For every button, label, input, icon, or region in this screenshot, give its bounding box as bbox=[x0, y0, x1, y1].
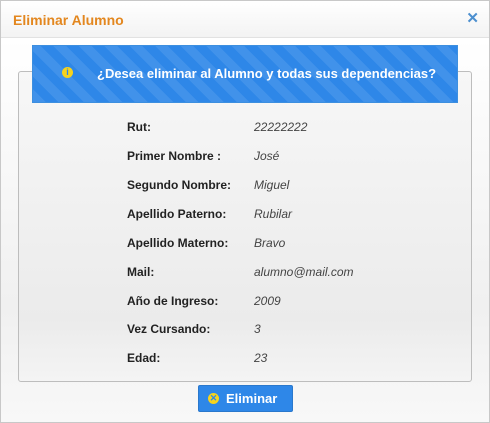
delete-student-dialog: Eliminar Alumno ✕ i ¿Desea eliminar al A… bbox=[0, 0, 490, 423]
field-value: Rubilar bbox=[254, 207, 293, 221]
confirm-alert: i ¿Desea eliminar al Alumno y todas sus … bbox=[32, 45, 458, 103]
field-label: Rut: bbox=[127, 120, 151, 134]
dialog-titlebar: Eliminar Alumno ✕ bbox=[1, 1, 489, 38]
alert-message: ¿Desea eliminar al Alumno y todas sus de… bbox=[97, 66, 437, 81]
student-details-panel bbox=[18, 71, 472, 382]
field-label: Edad: bbox=[127, 351, 161, 365]
field-value: 3 bbox=[254, 322, 261, 336]
field-value: Bravo bbox=[254, 236, 286, 250]
field-value: Miguel bbox=[254, 178, 290, 192]
field-value: 23 bbox=[254, 351, 268, 365]
field-value: 2009 bbox=[254, 294, 281, 308]
delete-button-label: Eliminar bbox=[226, 391, 278, 406]
close-icon[interactable]: ✕ bbox=[466, 9, 479, 27]
dialog-body: i ¿Desea eliminar al Alumno y todas sus … bbox=[1, 38, 489, 422]
field-label: Mail: bbox=[127, 265, 155, 279]
delete-button[interactable]: ✕ Eliminar bbox=[198, 385, 293, 412]
dialog-title: Eliminar Alumno bbox=[13, 12, 124, 28]
info-icon: i bbox=[62, 67, 73, 78]
field-value: José bbox=[254, 149, 280, 163]
field-label: Vez Cursando: bbox=[127, 322, 211, 336]
field-value: 22222222 bbox=[254, 120, 308, 134]
field-label: Apellido Materno: bbox=[127, 236, 229, 250]
close-circle-icon: ✕ bbox=[208, 393, 219, 404]
field-label: Apellido Paterno: bbox=[127, 207, 227, 221]
field-label: Año de Ingreso: bbox=[127, 294, 219, 308]
field-value: alumno@mail.com bbox=[254, 265, 354, 279]
field-label: Primer Nombre : bbox=[127, 149, 222, 163]
field-label: Segundo Nombre: bbox=[127, 178, 231, 192]
